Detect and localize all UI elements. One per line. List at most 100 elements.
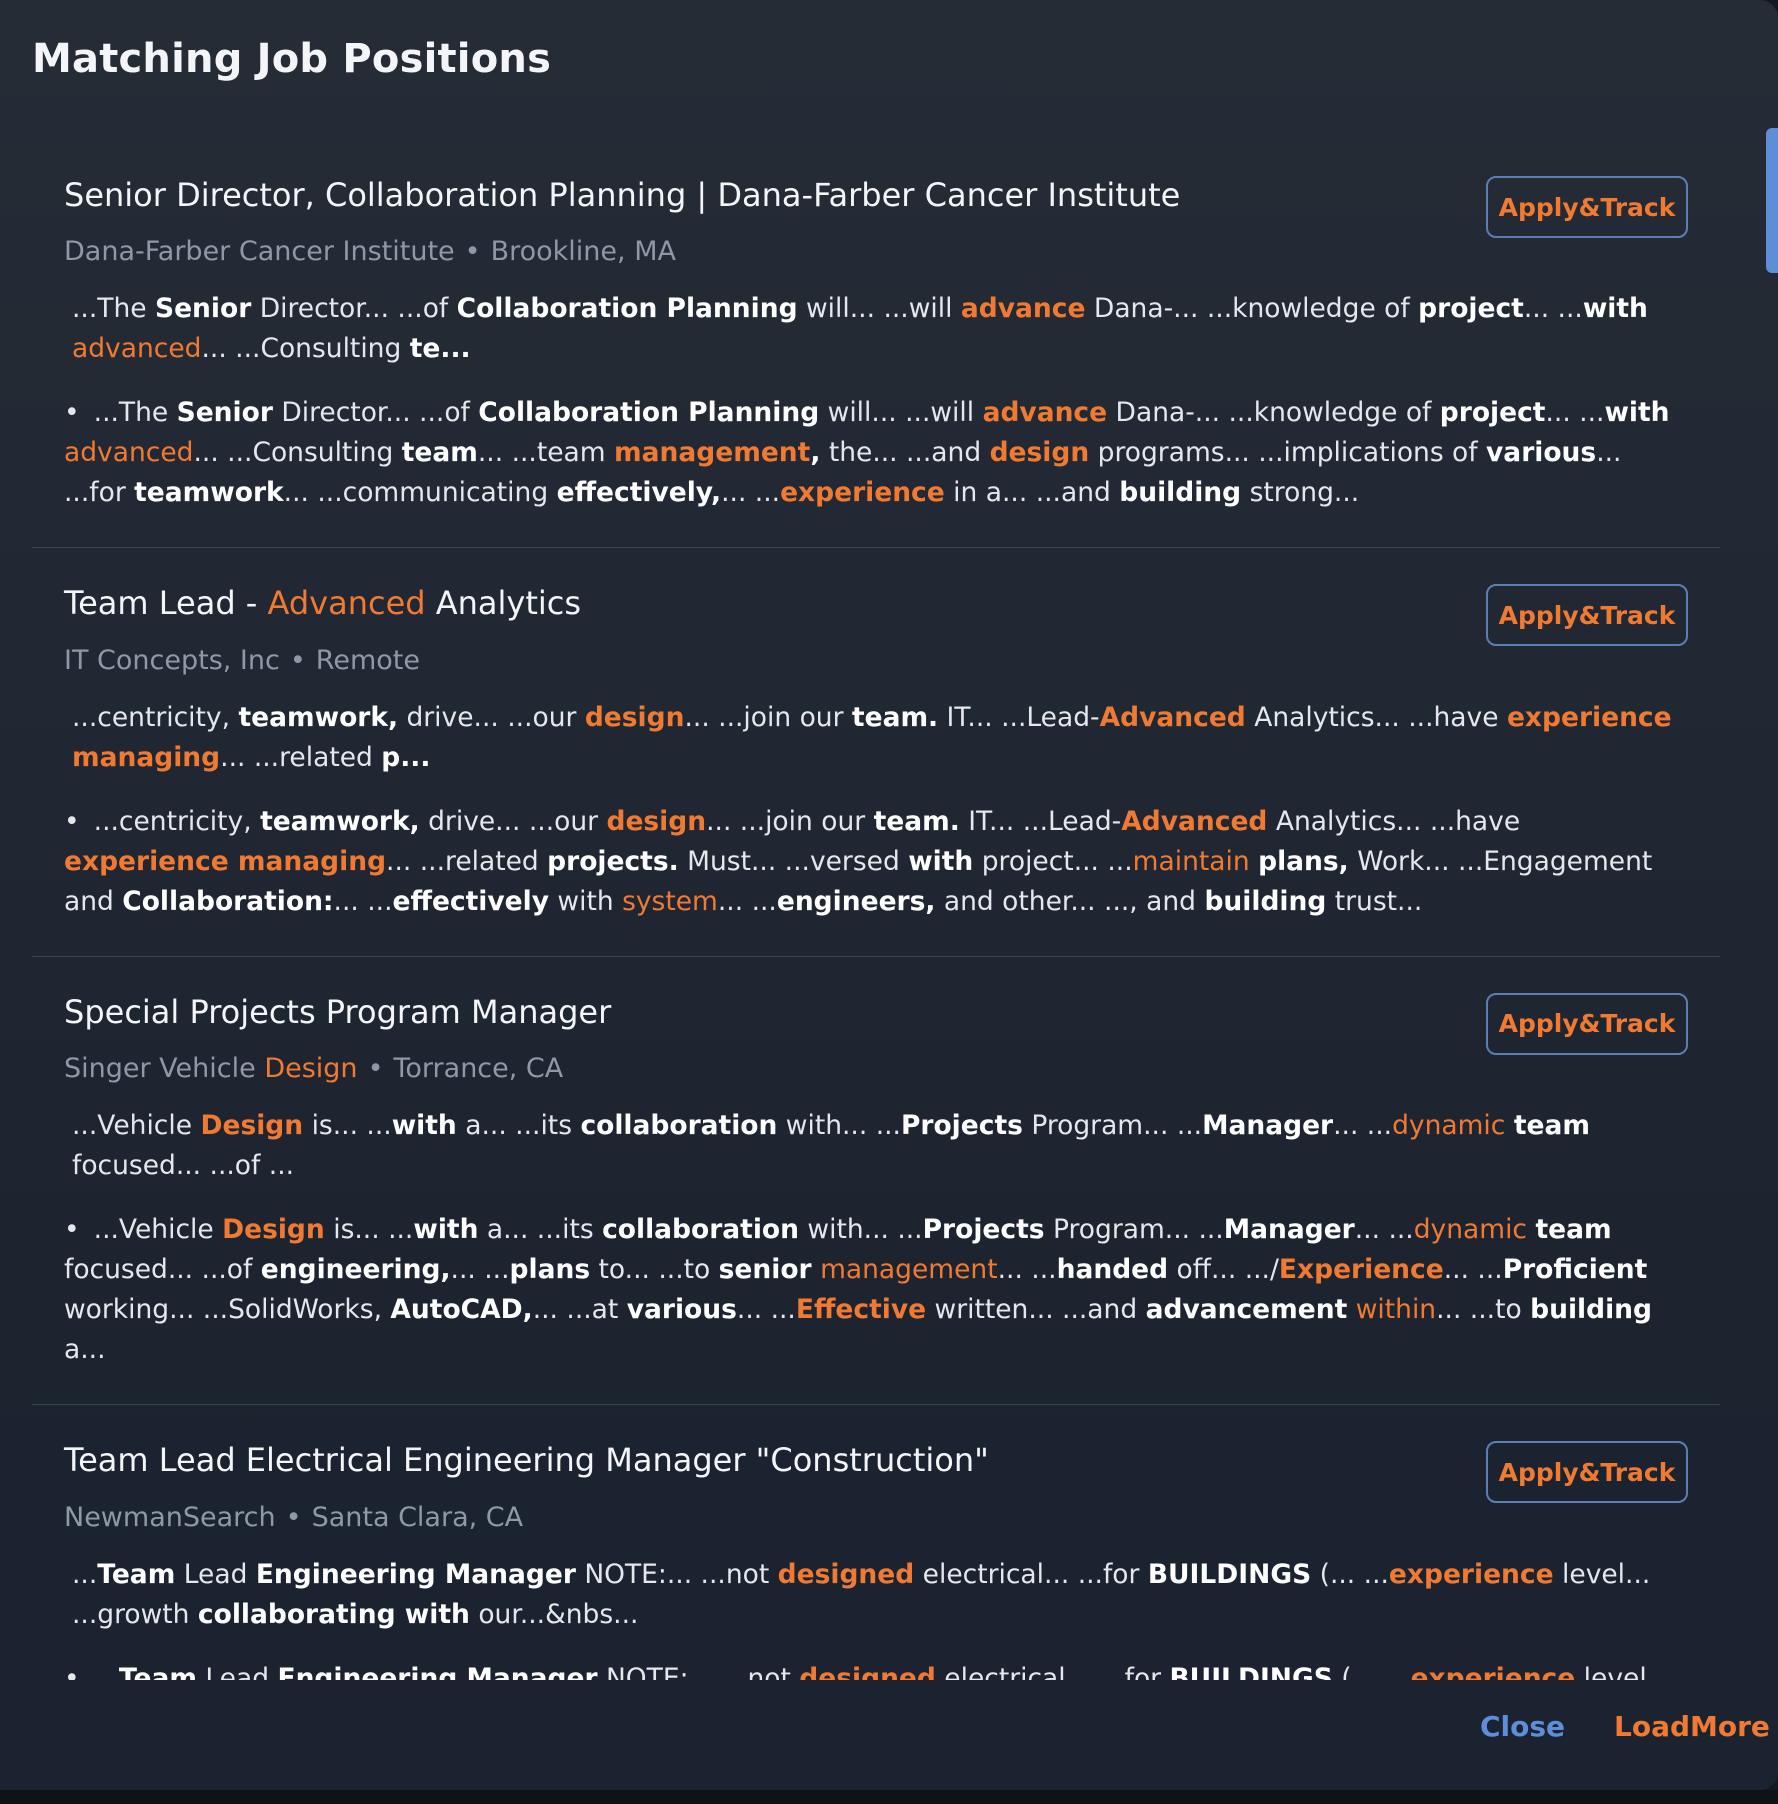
job-snippet: ...Team Lead Engineering Manager NOTE:..…: [64, 1555, 1688, 1635]
job-snippet: ...Vehicle Design is... ...with a... ...…: [64, 1106, 1688, 1186]
match-keyword: building: [1530, 1294, 1652, 1326]
snippet-highlight: dynamic: [1392, 1110, 1506, 1142]
job-title[interactable]: Special Projects Program Manager: [64, 993, 1688, 1031]
snippet-text: will... ...will: [797, 293, 961, 325]
match-keyword: plans: [509, 1254, 591, 1286]
match-text: drive... ...our: [419, 805, 607, 837]
company-highlight: Design: [264, 1053, 358, 1085]
match-text: a... ...its: [478, 1214, 603, 1246]
job-full-match: • ...centricity, teamwork, drive... ...ou…: [64, 802, 1688, 922]
match-text: a...: [64, 1334, 106, 1366]
match-text: ... ...: [450, 1254, 510, 1286]
job-title[interactable]: Team Lead - Advanced Analytics: [64, 584, 1688, 622]
match-keyword: team: [1535, 1214, 1612, 1246]
match-text: ... ...: [717, 885, 777, 917]
match-text: to... ...to: [590, 1254, 719, 1286]
match-text: off... .../: [1168, 1254, 1279, 1286]
match-text: Must... ...versed: [678, 845, 909, 877]
job-snippet: ...The Senior Director... ...of Collabor…: [64, 289, 1688, 369]
snippet-highlight: design: [584, 701, 685, 733]
match-text: ...centricity,: [93, 805, 261, 837]
snippet-text: Program... ...: [1022, 1110, 1203, 1142]
apply-track-button[interactable]: Apply&Track: [1486, 176, 1688, 238]
match-text: Program... ...: [1044, 1214, 1224, 1246]
match-text: Director... ...of: [272, 397, 479, 429]
match-highlight: advance: [982, 397, 1108, 429]
bullet-icon: •: [64, 1214, 80, 1246]
match-keyword: projects.: [547, 845, 679, 877]
snippet-text: ... ...join our: [684, 701, 852, 733]
match-keyword: team.: [873, 805, 960, 837]
match-highlight: designed: [799, 1662, 936, 1680]
job-location: Brookline, MA: [490, 236, 676, 268]
job-meta: IT Concepts, Inc • Remote: [64, 645, 1688, 676]
job-title-text: Analytics: [425, 584, 582, 623]
job-title-text: Team Lead -: [64, 584, 268, 623]
bullet-icon: •: [64, 397, 80, 429]
snippet-text: with... ...: [777, 1110, 901, 1142]
apply-track-button[interactable]: Apply&Track: [1486, 584, 1688, 647]
match-keyword: Team: [118, 1662, 197, 1680]
job-title-text: Senior Director, Collaboration Planning …: [64, 176, 1181, 214]
snippet-keyword: with: [1582, 293, 1648, 325]
snippet-keyword: team: [1513, 1110, 1590, 1142]
match-text: electrical... ...for: [935, 1662, 1170, 1680]
match-keyword: Manager: [1223, 1214, 1355, 1246]
dialog-title: Matching Job Positions: [32, 36, 552, 82]
company-text: Dana-Farber Cancer Institute: [64, 236, 455, 268]
job-card: Team Lead Electrical Engineering Manager…: [32, 1405, 1720, 1680]
match-text: ... ...: [997, 1254, 1057, 1286]
match-keyword: Collaboration Planning: [478, 397, 820, 429]
match-highlight: experience managing: [64, 845, 387, 877]
load-more-button[interactable]: LoadMore: [1614, 1710, 1770, 1743]
match-text: trust...: [1326, 885, 1423, 917]
snippet-highlight: Advanced: [1099, 701, 1246, 733]
job-meta: Singer Vehicle Design • Torrance, CA: [64, 1053, 1688, 1084]
separator-dot-icon: •: [289, 644, 306, 676]
match-keyword: teamwork,: [260, 805, 420, 837]
job-matches-dialog: Matching Job Positions Senior Director, …: [0, 0, 1778, 1790]
job-full-match: • ...Team Lead Engineering Manager NOTE:.…: [64, 1659, 1688, 1680]
match-highlight: advanced: [64, 437, 194, 469]
company-text: NewmanSearch: [64, 1501, 276, 1533]
match-text: [812, 1254, 820, 1285]
match-text: [1250, 846, 1258, 877]
match-text: is... ...: [324, 1214, 414, 1246]
job-title[interactable]: Team Lead Electrical Engineering Manager…: [64, 1441, 1688, 1479]
snippet-text: our...&nbs...: [469, 1598, 639, 1630]
match-text: [1347, 1294, 1355, 1325]
match-text: project... ...: [973, 845, 1133, 877]
snippet-text: (... ...: [1311, 1558, 1389, 1590]
match-text: ... ...Consulting: [193, 437, 402, 469]
match-keyword: AutoCAD,: [390, 1294, 533, 1326]
scrollbar-thumb[interactable]: [1766, 128, 1778, 273]
snippet-keyword: p...: [381, 741, 431, 773]
match-text: Analytics... ...have: [1267, 805, 1521, 837]
match-text: NOTE:... ...not: [597, 1662, 800, 1680]
job-title[interactable]: Senior Director, Collaboration Planning …: [64, 176, 1688, 214]
apply-track-button[interactable]: Apply&Track: [1486, 992, 1688, 1055]
match-highlight: experience: [780, 477, 945, 509]
match-text: ... ...at: [532, 1294, 627, 1326]
close-button[interactable]: Close: [1480, 1710, 1565, 1743]
match-highlight: management: [820, 1254, 998, 1286]
match-text: ...The: [93, 397, 177, 429]
separator-dot-icon: •: [285, 1501, 302, 1533]
match-text: ... ...communicating: [283, 477, 557, 509]
snippet-keyword: collaborating with: [197, 1598, 470, 1630]
snippet-keyword: Engineering Manager: [255, 1558, 576, 1590]
bullet-icon: •: [64, 805, 80, 837]
snippet-text: ...centricity,: [72, 701, 239, 733]
snippet-keyword: BUILDINGS: [1147, 1558, 1312, 1590]
company-name: NewmanSearch: [64, 1502, 276, 1533]
match-text: written... ...and: [926, 1294, 1146, 1326]
match-highlight: Design: [222, 1214, 325, 1246]
match-keyword: engineers,: [776, 885, 936, 917]
snippet-keyword: Team: [97, 1558, 176, 1590]
match-keyword: effectively: [392, 885, 549, 917]
apply-track-button[interactable]: Apply&Track: [1486, 1441, 1688, 1504]
separator-dot-icon: •: [464, 236, 481, 268]
job-location: Remote: [315, 644, 420, 676]
company-text: Singer Vehicle: [64, 1053, 265, 1085]
job-results-list[interactable]: Senior Director, Collaboration Planning …: [32, 140, 1720, 1680]
